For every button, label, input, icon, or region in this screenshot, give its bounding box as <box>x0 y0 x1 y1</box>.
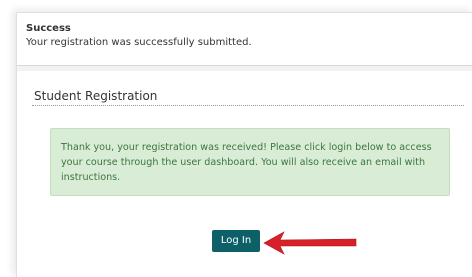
success-notice: Success Your registration was successful… <box>17 13 472 66</box>
confirmation-alert: Thank you, your registration was receive… <box>50 128 450 196</box>
red-arrow-icon <box>263 231 357 255</box>
arrow-shape <box>263 231 357 255</box>
login-button[interactable]: Log In <box>212 230 260 252</box>
alert-text: Thank you, your registration was receive… <box>61 142 432 183</box>
success-title: Success <box>26 23 71 34</box>
section-divider <box>32 105 464 106</box>
divider <box>17 66 472 71</box>
section-title: Student Registration <box>34 89 158 103</box>
page: Success Your registration was successful… <box>0 0 472 277</box>
success-message: Your registration was successfully submi… <box>26 37 252 48</box>
